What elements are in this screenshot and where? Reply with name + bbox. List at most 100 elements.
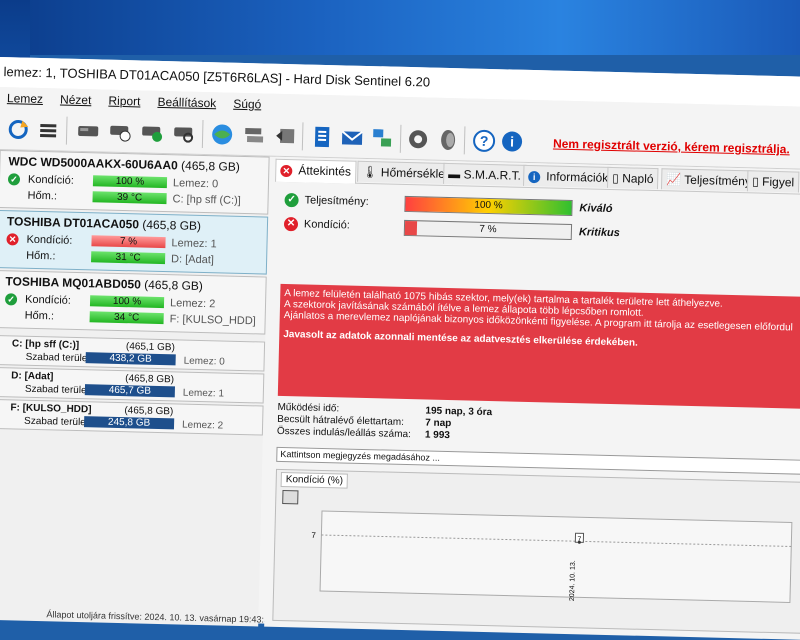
uptime-row: Működési idő: 195 nap, 3 óra <box>277 401 492 418</box>
disks-icon[interactable] <box>242 123 267 148</box>
performance-value: 100 % <box>474 199 503 212</box>
document-icon: ▯ <box>612 170 620 186</box>
info-label: Összes indulás/leállás száma: <box>276 425 411 441</box>
temp-label: Hőm.: <box>24 309 55 323</box>
info-value: 1 993 <box>424 429 451 442</box>
plot-area <box>319 510 793 603</box>
disk-clock-icon[interactable] <box>108 120 133 145</box>
info-value: 7 nap <box>425 417 452 430</box>
refresh-icon[interactable] <box>6 117 31 142</box>
condition-row: ✕ Kondíció: <box>283 216 351 233</box>
status-bar: Állapot utoljára frissítve: 2024. 10. 13… <box>46 609 275 625</box>
info-value: 195 nap, 3 óra <box>425 405 493 419</box>
disk-item-0[interactable]: WDC WD5000AAKX-60U6AA0 (465,8 GB) ✓ Kond… <box>0 150 270 215</box>
tab-smart[interactable]: ▬ S.M.A.R.T. <box>443 162 527 186</box>
performance-row: ✓ Teljesítmény: <box>284 192 369 209</box>
disk-info-icon[interactable] <box>76 119 101 144</box>
document-icon: ▯ <box>752 174 759 189</box>
window-title: lemez: 1, TOSHIBA DT01ACA050 [Z5T6R6LAS]… <box>3 64 431 90</box>
condition-bar: 100 % <box>89 295 165 309</box>
network-icon[interactable] <box>370 126 395 151</box>
condition-bar: 7 % <box>91 235 166 249</box>
tab-teljesitmeny[interactable]: 📈 Teljesítmény <box>660 168 757 192</box>
disk-check-icon[interactable] <box>140 120 165 145</box>
ok-icon: ✓ <box>7 173 21 186</box>
error-icon: ✕ <box>6 233 19 246</box>
condition-chart: Kondíció (%) 7 7 2024. 10. 13. <box>272 468 800 634</box>
toolbar-separator <box>65 116 68 145</box>
globe-icon[interactable] <box>210 122 235 147</box>
partition-disk-index: Lemez: 1 <box>182 387 225 400</box>
free-space-bar: 465,7 GB <box>84 384 176 398</box>
disk-item-1[interactable]: TOSHIBA DT01ACA050 (465,8 GB) ✕ Kondíció… <box>0 210 269 275</box>
start-stop-row: Összes indulás/leállás száma: 1 993 <box>276 425 450 441</box>
y-tick-label: 7 <box>311 531 316 540</box>
toolbar-separator <box>399 124 402 153</box>
list-icon[interactable] <box>36 118 61 143</box>
condition-label: Kondíció: <box>24 293 72 307</box>
report-icon[interactable] <box>310 125 335 150</box>
menu-riport[interactable]: Riport <box>108 90 141 113</box>
x-tick-label: 2024. 10. 13. <box>569 560 577 601</box>
partition-item-2[interactable]: F: [KULSO_HDD] (465,8 GB) Szabad terület… <box>0 398 264 436</box>
chart-plot: 7 7 2024. 10. 13. <box>311 510 793 603</box>
menu-nezet[interactable]: Nézet <box>60 88 92 111</box>
save-icon[interactable] <box>282 490 299 505</box>
ok-icon: ✓ <box>4 293 18 306</box>
info-label: Működési idő: <box>277 401 340 415</box>
performance-verdict: Kiváló <box>579 202 613 216</box>
partition-disk-index: Lemez: 2 <box>181 419 224 432</box>
tab-informaciok[interactable]: i Információk <box>523 164 614 189</box>
temp-label: Hőm.: <box>27 189 58 203</box>
details-panel: ✕ Áttekintés 🌡 Hőmérséklet ▬ S.M.A.R.T. i… <box>264 156 800 640</box>
temp-bar: 34 °C <box>89 311 164 325</box>
toolbar-separator <box>301 122 304 151</box>
disk-icon: ▬ <box>448 166 461 182</box>
partition-item-1[interactable]: D: [Adat] (465,8 GB) Szabad terület 465,… <box>0 366 265 404</box>
menu-sugo[interactable]: Súgó <box>233 93 262 116</box>
drive-label: C: [hp sff (C:)] <box>172 193 241 207</box>
chart-tab[interactable]: Kondíció (%) <box>280 471 349 489</box>
partition-item-0[interactable]: C: [hp sff (C:)] (465,1 GB) Szabad terül… <box>0 334 266 372</box>
partition-size: (465,1 GB) <box>125 341 176 354</box>
disk-index: Lemez: 0 <box>172 177 219 191</box>
disk-index: Lemez: 2 <box>169 297 216 311</box>
info-icon: i <box>528 170 541 184</box>
tab-homerseklet[interactable]: 🌡 Hőmérséklet <box>357 160 454 185</box>
tab-attekintes[interactable]: ✕ Áttekintés <box>275 158 357 184</box>
disk-item-2[interactable]: TOSHIBA MQ01ABD050 (465,8 GB) ✓ Kondíció… <box>0 269 267 335</box>
error-icon: ✕ <box>283 216 299 232</box>
condition-label: Kondíció: <box>303 218 351 232</box>
disk-name: WDC WD5000AAKX-60U6AA0 (465,8 GB) <box>8 154 240 174</box>
menu-lemez[interactable]: Lemez <box>7 87 44 110</box>
info-icon[interactable]: i <box>500 129 525 154</box>
temp-label: Hőm.: <box>26 249 56 263</box>
performance-label: Teljesítmény: <box>304 194 369 208</box>
partition-size: (465,8 GB) <box>124 405 174 418</box>
condition-verdict: Kritikus <box>578 226 620 240</box>
condition-value: 7 % <box>479 223 497 236</box>
partition-name: D: [Adat] <box>11 370 54 383</box>
alert-recommendation: Javasolt az adatok azonnali mentése az a… <box>283 329 638 349</box>
disk-search-icon[interactable] <box>172 121 197 146</box>
settings-icon[interactable] <box>406 127 431 152</box>
temp-bar: 39 °C <box>92 191 167 205</box>
disk-arrow-icon[interactable] <box>274 124 299 149</box>
error-icon: ✕ <box>280 164 293 178</box>
drive-label: F: [KULSO_HDD] <box>169 313 256 328</box>
tab-figyeles[interactable]: ▯ Figyel <box>746 170 800 193</box>
thermometer-icon: 🌡 <box>362 164 378 180</box>
menu-beallitasok[interactable]: Beállítások <box>157 91 216 114</box>
free-space-label: Szabad terület <box>24 383 90 397</box>
help-icon[interactable]: ? <box>472 129 497 154</box>
partition-disk-index: Lemez: 0 <box>183 355 225 368</box>
mail-icon[interactable] <box>340 125 365 150</box>
temp-bar: 31 °C <box>91 251 166 265</box>
unregistered-link[interactable]: Nem regisztrált verzió, kérem regisztrál… <box>553 137 790 157</box>
alert-box: A lemez felületén található 1075 hibás s… <box>277 283 800 410</box>
performance-bar: 100 % <box>404 195 573 217</box>
tab-naplo[interactable]: ▯ Napló <box>606 166 659 190</box>
sound-icon[interactable] <box>436 128 461 153</box>
svg-text:?: ? <box>480 133 489 149</box>
condition-label: Kondíció: <box>27 173 75 187</box>
